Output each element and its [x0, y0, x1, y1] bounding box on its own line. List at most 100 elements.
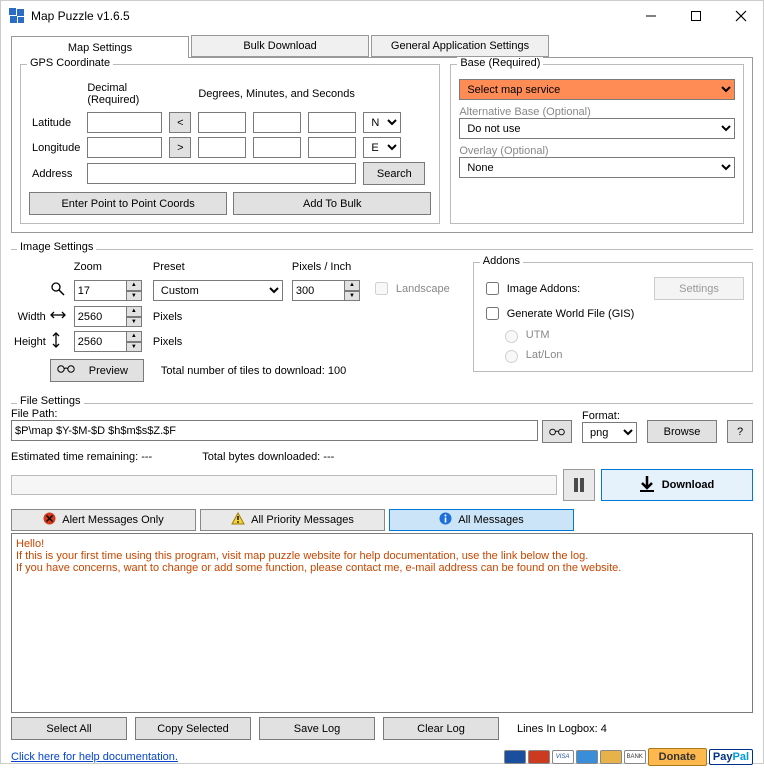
lon-min-input[interactable]: [253, 137, 301, 158]
lat-min-input[interactable]: [253, 112, 301, 133]
lat-sec-input[interactable]: [308, 112, 356, 133]
card-icon: BANK: [624, 750, 646, 764]
minimize-button[interactable]: [628, 1, 673, 31]
maximize-button[interactable]: [673, 1, 718, 31]
add-to-bulk-button[interactable]: Add To Bulk: [233, 192, 431, 215]
ppi-input[interactable]: [292, 280, 344, 301]
est-time-label: Estimated time remaining: ---: [11, 451, 152, 463]
log-textarea[interactable]: Hello! If this is your first time using …: [11, 533, 753, 713]
overlay-select[interactable]: None: [459, 157, 735, 178]
point-to-point-button[interactable]: Enter Point to Point Coords: [29, 192, 227, 215]
file-preview-button[interactable]: [542, 420, 572, 443]
latlon-radio: [505, 350, 518, 363]
height-up[interactable]: ▲: [126, 331, 142, 342]
height-down[interactable]: ▼: [126, 342, 142, 353]
ppi-down[interactable]: ▼: [344, 291, 360, 302]
address-label: Address: [32, 168, 72, 180]
help-link[interactable]: Click here for help documentation.: [11, 751, 178, 763]
width-icon: [50, 312, 66, 324]
card-icon: [528, 750, 550, 764]
select-all-button[interactable]: Select All: [11, 717, 127, 740]
priority-messages-tab[interactable]: All Priority Messages: [200, 509, 385, 531]
lat-deg-input[interactable]: [198, 112, 246, 133]
image-settings-legend: Image Settings: [17, 241, 96, 253]
info-icon: [439, 512, 452, 528]
file-settings-legend: File Settings: [17, 395, 84, 407]
width-down[interactable]: ▼: [126, 317, 142, 328]
height-input[interactable]: [74, 331, 126, 352]
pause-button[interactable]: [563, 469, 595, 501]
landscape-label: Landscape: [396, 283, 450, 295]
ppi-spinner[interactable]: ▲▼: [292, 280, 360, 301]
glasses-icon: [57, 364, 75, 377]
tab-general-settings[interactable]: General Application Settings: [371, 35, 549, 57]
tab-map-settings[interactable]: Map Settings: [11, 36, 189, 58]
lon-sec-input[interactable]: [308, 137, 356, 158]
lon-ew-select[interactable]: E: [363, 137, 401, 158]
zoom-spinner[interactable]: ▲▼: [74, 280, 144, 301]
swap-lat-button[interactable]: <: [169, 112, 191, 133]
search-button[interactable]: Search: [363, 162, 425, 185]
close-button[interactable]: [718, 1, 763, 31]
log-line: If this is your first time using this pr…: [16, 550, 748, 562]
zoom-icon: [50, 288, 66, 300]
paypal-badge[interactable]: PayPal: [709, 749, 753, 765]
card-icon: [576, 750, 598, 764]
lon-deg-input[interactable]: [198, 137, 246, 158]
zoom-down[interactable]: ▼: [126, 291, 142, 302]
width-up[interactable]: ▲: [126, 306, 142, 317]
image-addons-checkbox[interactable]: [486, 282, 499, 295]
format-label: Format:: [582, 410, 637, 422]
zoom-up[interactable]: ▲: [126, 280, 142, 291]
width-spinner[interactable]: ▲▼: [74, 306, 144, 327]
latitude-label: Latitude: [32, 117, 71, 129]
file-path-input[interactable]: [11, 420, 538, 441]
world-file-checkbox[interactable]: [486, 307, 499, 320]
card-icon: VISA: [552, 750, 574, 764]
zoom-input[interactable]: [74, 280, 126, 301]
height-spinner[interactable]: ▲▼: [74, 331, 144, 352]
lat-ns-select[interactable]: N: [363, 112, 401, 133]
download-button[interactable]: Download: [601, 469, 753, 501]
preset-select[interactable]: Custom: [153, 280, 283, 301]
gps-legend: GPS Coordinate: [27, 57, 113, 69]
tab-bulk-download[interactable]: Bulk Download: [191, 35, 369, 57]
ppi-label: Pixels / Inch: [292, 261, 360, 273]
overlay-label: Overlay (Optional): [459, 145, 735, 157]
donate-button[interactable]: Donate: [648, 748, 707, 766]
base-service-select[interactable]: Select map service: [459, 79, 735, 100]
preview-button[interactable]: Preview: [50, 359, 144, 382]
addons-settings-button: Settings: [654, 277, 744, 300]
tiles-count-text: Total number of tiles to download: 100: [161, 365, 346, 377]
all-messages-tab[interactable]: All Messages: [389, 509, 574, 531]
width-input[interactable]: [74, 306, 126, 327]
image-addons-label: Image Addons:: [507, 283, 649, 295]
bytes-label: Total bytes downloaded: ---: [202, 451, 334, 463]
height-label: Height: [14, 336, 46, 348]
latitude-decimal-input[interactable]: [87, 112, 162, 133]
address-input[interactable]: [87, 163, 356, 184]
landscape-checkbox: [375, 282, 388, 295]
ppi-up[interactable]: ▲: [344, 280, 360, 291]
dms-header: Degrees, Minutes, and Seconds: [198, 88, 425, 100]
save-log-button[interactable]: Save Log: [259, 717, 375, 740]
height-icon: [50, 339, 62, 351]
swap-lon-button[interactable]: >: [169, 137, 191, 158]
alt-base-label: Alternative Base (Optional): [459, 106, 735, 118]
clear-log-button[interactable]: Clear Log: [383, 717, 499, 740]
help-button[interactable]: ?: [727, 420, 753, 443]
longitude-decimal-input[interactable]: [87, 137, 162, 158]
width-label: Width: [18, 311, 46, 323]
progress-bar: [11, 475, 557, 495]
decimal-header: Decimal (Required): [87, 82, 162, 106]
alt-base-select[interactable]: Do not use: [459, 118, 735, 139]
format-select[interactable]: png: [582, 422, 637, 443]
copy-selected-button[interactable]: Copy Selected: [135, 717, 251, 740]
app-icon: [9, 8, 25, 24]
latlon-label: Lat/Lon: [526, 349, 563, 361]
alert-messages-tab[interactable]: Alert Messages Only: [11, 509, 196, 531]
addons-legend: Addons: [480, 255, 523, 267]
card-icon: [600, 750, 622, 764]
file-path-label: File Path:: [11, 408, 572, 420]
browse-button[interactable]: Browse: [647, 420, 717, 443]
